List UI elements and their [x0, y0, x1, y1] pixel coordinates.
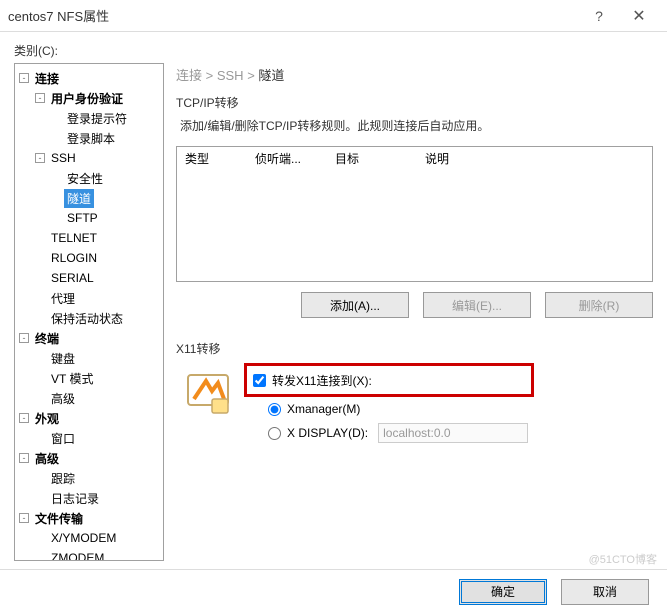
tree-item-代理[interactable]: -代理 — [15, 288, 163, 308]
tree-collapse-icon[interactable]: - — [19, 333, 29, 343]
titlebar: centos7 NFS属性 ? ✕ — [0, 0, 667, 32]
tree-label: 外观 — [32, 409, 62, 428]
tree-label: 日志记录 — [48, 489, 102, 508]
add-button[interactable]: 添加(A)... — [301, 292, 409, 318]
tree-label: 键盘 — [48, 349, 78, 368]
xdisplay-input — [378, 423, 528, 443]
xdisplay-label: X DISPLAY(D): — [287, 426, 368, 440]
tree-item-文件传输[interactable]: -文件传输 — [15, 508, 163, 528]
x11-icon — [184, 369, 232, 417]
tree-item-VT 模式[interactable]: -VT 模式 — [15, 368, 163, 388]
tree-label: SFTP — [64, 210, 101, 226]
tree-label: 高级 — [48, 389, 78, 408]
delete-button: 删除(R) — [545, 292, 653, 318]
edit-button: 编辑(E)... — [423, 292, 531, 318]
tcp-rule-list[interactable]: 类型 侦听端... 目标 说明 — [176, 146, 653, 282]
tree-label: SERIAL — [48, 270, 97, 286]
tcp-list-header: 类型 侦听端... 目标 说明 — [177, 147, 652, 169]
xmanager-label: Xmanager(M) — [287, 402, 360, 416]
tree-label: ZMODEM — [48, 550, 107, 561]
tree-item-日志记录[interactable]: -日志记录 — [15, 488, 163, 508]
tree-item-连接[interactable]: -连接 — [15, 68, 163, 88]
tree-label: 登录提示符 — [64, 109, 130, 128]
tree-item-外观[interactable]: -外观 — [15, 408, 163, 428]
tree-label: 窗口 — [48, 429, 78, 448]
tree-item-用户身份验证[interactable]: -用户身份验证 — [15, 88, 163, 108]
breadcrumb-p2: SSH — [217, 68, 244, 83]
ok-button[interactable]: 确定 — [459, 579, 547, 605]
tree-item-RLOGIN[interactable]: -RLOGIN — [15, 248, 163, 268]
highlight-box: 转发X11连接到(X): — [244, 363, 534, 397]
tree-item-跟踪[interactable]: -跟踪 — [15, 468, 163, 488]
category-tree[interactable]: -连接-用户身份验证-登录提示符-登录脚本-SSH-安全性-隧道-SFTP-TE… — [14, 63, 164, 561]
xmanager-radio[interactable] — [268, 403, 281, 416]
tree-collapse-icon[interactable]: - — [19, 413, 29, 423]
tree-item-ZMODEM[interactable]: -ZMODEM — [15, 548, 163, 561]
forward-x11-checkbox-row[interactable]: 转发X11连接到(X): — [253, 368, 525, 392]
tree-item-SSH[interactable]: -SSH — [15, 148, 163, 168]
tree-label: TELNET — [48, 230, 100, 246]
tree-label: 文件传输 — [32, 509, 86, 528]
tree-label: 用户身份验证 — [48, 89, 126, 108]
tree-label: 连接 — [32, 69, 62, 88]
tree-collapse-icon[interactable]: - — [35, 153, 45, 163]
tree-item-安全性[interactable]: -安全性 — [15, 168, 163, 188]
col-listen[interactable]: 侦听端... — [247, 150, 327, 167]
tree-label: 隧道 — [64, 189, 94, 208]
tree-item-终端[interactable]: -终端 — [15, 328, 163, 348]
tree-collapse-icon[interactable]: - — [19, 513, 29, 523]
tree-item-X/YMODEM[interactable]: -X/YMODEM — [15, 528, 163, 548]
tree-label: 代理 — [48, 289, 78, 308]
tree-item-高级[interactable]: -高级 — [15, 448, 163, 468]
xdisplay-radio[interactable] — [268, 427, 281, 440]
window-title: centos7 NFS属性 — [8, 6, 579, 25]
tree-label: 登录脚本 — [64, 129, 118, 148]
tree-label: X/YMODEM — [48, 530, 119, 546]
forward-x11-label: 转发X11连接到(X): — [272, 372, 372, 389]
help-icon[interactable]: ? — [579, 8, 619, 24]
x11-group-title: X11转移 — [176, 340, 653, 357]
tree-label: RLOGIN — [48, 250, 100, 266]
breadcrumb: 连接 > SSH > 隧道 — [176, 65, 653, 84]
dialog-footer: 确定 取消 — [0, 569, 667, 613]
tree-item-键盘[interactable]: -键盘 — [15, 348, 163, 368]
xdisplay-radio-row[interactable]: X DISPLAY(D): — [268, 421, 653, 445]
watermark: @51CTO博客 — [589, 551, 657, 567]
xmanager-radio-row[interactable]: Xmanager(M) — [268, 397, 653, 421]
tree-item-登录提示符[interactable]: -登录提示符 — [15, 108, 163, 128]
tree-item-隧道[interactable]: -隧道 — [15, 188, 163, 208]
col-type[interactable]: 类型 — [177, 150, 247, 167]
breadcrumb-p3: 隧道 — [258, 68, 284, 83]
tree-label: 终端 — [32, 329, 62, 348]
tree-collapse-icon[interactable]: - — [19, 73, 29, 83]
close-icon[interactable]: ✕ — [619, 6, 659, 26]
tree-item-SFTP[interactable]: -SFTP — [15, 208, 163, 228]
tree-item-SERIAL[interactable]: -SERIAL — [15, 268, 163, 288]
col-desc[interactable]: 说明 — [417, 150, 652, 167]
col-target[interactable]: 目标 — [327, 150, 417, 167]
tree-label: SSH — [48, 150, 79, 166]
tree-label: 高级 — [32, 449, 62, 468]
category-label: 类别(C): — [14, 42, 667, 59]
tree-item-保持活动状态[interactable]: -保持活动状态 — [15, 308, 163, 328]
tree-label: 安全性 — [64, 169, 106, 188]
cancel-button[interactable]: 取消 — [561, 579, 649, 605]
tree-item-高级[interactable]: -高级 — [15, 388, 163, 408]
tree-label: 跟踪 — [48, 469, 78, 488]
tcp-group-title: TCP/IP转移 — [176, 94, 653, 111]
tree-collapse-icon[interactable]: - — [35, 93, 45, 103]
tree-collapse-icon[interactable]: - — [19, 453, 29, 463]
tree-label: VT 模式 — [48, 369, 96, 388]
breadcrumb-p1: 连接 — [176, 68, 202, 83]
forward-x11-checkbox[interactable] — [253, 374, 266, 387]
tree-item-TELNET[interactable]: -TELNET — [15, 228, 163, 248]
tree-item-窗口[interactable]: -窗口 — [15, 428, 163, 448]
tree-label: 保持活动状态 — [48, 309, 126, 328]
tcp-help-text: 添加/编辑/删除TCP/IP转移规则。此规则连接后自动应用。 — [180, 117, 653, 134]
tree-item-登录脚本[interactable]: -登录脚本 — [15, 128, 163, 148]
